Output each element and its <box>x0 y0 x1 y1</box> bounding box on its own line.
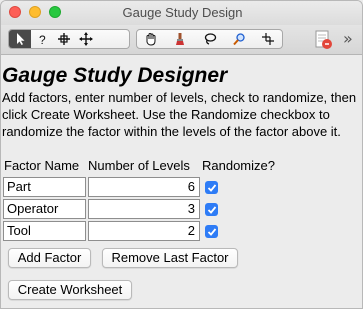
remove-last-factor-button[interactable]: Remove Last Factor <box>102 248 238 268</box>
arrow-pointer-icon[interactable] <box>9 30 31 48</box>
instructions-text: Add factors, enter number of levels, che… <box>2 90 357 139</box>
magnifier-icon[interactable] <box>224 30 254 48</box>
lasso-icon[interactable] <box>195 30 224 48</box>
factor-name-input[interactable]: Operator <box>3 199 86 219</box>
randomize-checkbox[interactable] <box>205 225 218 238</box>
title-bar: Gauge Study Design <box>1 1 362 25</box>
add-factor-button[interactable]: Add Factor <box>8 248 91 268</box>
tool-group-1: ? <box>8 29 130 49</box>
column-header-factor-name: Factor Name <box>4 158 80 173</box>
crosshairs-icon[interactable] <box>254 30 282 48</box>
svg-text:?: ? <box>39 33 46 46</box>
crosshair-select-icon[interactable] <box>53 30 75 48</box>
window-title: Gauge Study Design <box>122 5 243 20</box>
levels-input[interactable]: 2 <box>88 221 200 241</box>
move-arrows-icon[interactable] <box>75 30 97 48</box>
column-header-randomize: Randomize? <box>202 158 275 173</box>
factor-name-input[interactable]: Part <box>3 177 86 197</box>
levels-input[interactable]: 6 <box>88 177 200 197</box>
toolbar: ? » <box>1 25 362 55</box>
page-title: Gauge Study Designer <box>2 64 228 87</box>
randomize-checkbox[interactable] <box>205 203 218 216</box>
tool-group-2 <box>136 29 283 49</box>
randomize-checkbox[interactable] <box>205 181 218 194</box>
help-question-icon[interactable]: ? <box>31 30 53 48</box>
create-worksheet-button[interactable]: Create Worksheet <box>8 280 132 300</box>
toolbar-overflow-chevron-icon[interactable]: » <box>343 29 353 48</box>
script-document-icon[interactable] <box>312 29 334 51</box>
brush-icon[interactable] <box>165 30 195 48</box>
gauge-study-window: Gauge Study Design ? » Gauge Study Desig… <box>0 0 363 309</box>
factor-name-input[interactable]: Tool <box>3 221 86 241</box>
hand-grabber-icon[interactable] <box>137 30 165 48</box>
levels-input[interactable]: 3 <box>88 199 200 219</box>
column-header-levels: Number of Levels <box>88 158 190 173</box>
